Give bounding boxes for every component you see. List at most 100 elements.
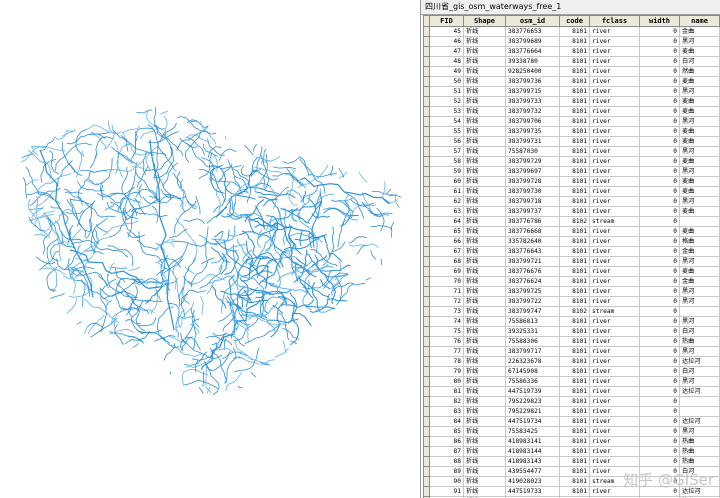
column-header-fclass[interactable]: fclass <box>589 15 640 27</box>
table-row[interactable]: 71 折线 383799725 8101 river 0 黑河 <box>423 286 720 297</box>
cell-code: 8101 <box>559 236 590 247</box>
table-row[interactable]: 72 折线 383799722 8101 river 0 黑河 <box>423 296 720 307</box>
cell-fclass: river <box>589 96 640 107</box>
river-segment <box>64 191 83 194</box>
table-row[interactable]: 69 折线 383776676 8101 river 0 麦曲 <box>423 266 720 277</box>
table-row[interactable]: 79 折线 67145908 8101 river 0 白河 <box>423 366 720 377</box>
table-row[interactable]: 47 折线 383776664 8101 river 0 麦曲 <box>423 46 720 57</box>
river-segment <box>256 146 263 168</box>
table-row[interactable]: 80 折线 75586336 8101 river 0 黑河 <box>423 376 720 387</box>
cell-width: 0 <box>639 346 680 357</box>
cell-code: 8101 <box>559 486 590 497</box>
table-row[interactable]: 70 折线 383776624 8101 river 0 金曲 <box>423 276 720 287</box>
table-row[interactable]: 66 折线 335782640 8101 river 0 格曲 <box>423 236 720 247</box>
cell-osm-id: 383776676 <box>505 266 560 277</box>
table-row[interactable]: 87 折线 418983144 8101 river 0 热曲 <box>423 446 720 457</box>
cell-code: 8101 <box>559 26 590 37</box>
river-segment <box>84 326 88 334</box>
table-row[interactable]: 65 折线 383776668 8101 river 0 麦曲 <box>423 226 720 237</box>
table-row[interactable]: 46 折线 383799689 8101 river 0 黑河 <box>423 36 720 47</box>
table-row[interactable]: 61 折线 383799730 8101 river 0 麦曲 <box>423 186 720 197</box>
table-row[interactable]: 77 折线 383799717 8101 river 0 黑河 <box>423 346 720 357</box>
table-row[interactable]: 51 折线 383799715 8101 river 0 黑河 <box>423 86 720 97</box>
column-header-code[interactable]: code <box>559 15 590 27</box>
table-row[interactable]: 85 折线 75583425 8101 river 0 黑河 <box>423 426 720 437</box>
table-row[interactable]: 57 折线 75587030 8101 river 0 黑河 <box>423 146 720 157</box>
table-row[interactable]: 59 折线 383799697 8101 river 0 黑河 <box>423 166 720 177</box>
river-segment <box>91 131 110 135</box>
table-row[interactable]: 49 折线 928250400 8101 river 0 然曲 <box>423 66 720 77</box>
cell-osm-id: 75583425 <box>505 426 560 437</box>
waterways-map[interactable] <box>0 0 418 498</box>
table-row[interactable]: 88 折线 418983143 8101 river 0 热曲 <box>423 456 720 467</box>
cell-width: 0 <box>639 316 680 327</box>
cell-osm-id: 383799715 <box>505 86 560 97</box>
cell-name <box>679 216 720 227</box>
river-segment <box>162 162 178 187</box>
cell-fid: 91 <box>429 486 464 497</box>
river-segment <box>356 245 366 255</box>
table-row[interactable]: 78 折线 226323678 8101 river 0 达拉河 <box>423 356 720 367</box>
column-header-osm-id[interactable]: osm_id <box>505 15 560 27</box>
river-segment <box>114 140 123 178</box>
table-row[interactable]: 56 折线 383799731 8101 river 0 麦曲 <box>423 136 720 147</box>
cell-name: 金曲 <box>679 276 720 287</box>
river-segment <box>228 194 256 201</box>
table-row[interactable]: 55 折线 383799735 8101 river 0 麦曲 <box>423 126 720 137</box>
cell-shape: 折线 <box>463 46 506 57</box>
river-segment <box>169 228 188 239</box>
river-segment <box>225 372 243 392</box>
table-row[interactable]: 48 折线 39338780 8101 river 0 白河 <box>423 56 720 67</box>
table-row[interactable]: 81 折线 447519739 8101 river 0 达拉河 <box>423 386 720 397</box>
cell-shape: 折线 <box>463 176 506 187</box>
cell-fid: 60 <box>429 176 464 187</box>
cell-fid: 64 <box>429 216 464 227</box>
table-row[interactable]: 54 折线 383799706 8101 river 0 黑河 <box>423 116 720 127</box>
table-row[interactable]: 63 折线 383799737 8101 river 0 麦曲 <box>423 206 720 217</box>
table-row[interactable]: 50 折线 383799736 8101 river 0 麦曲 <box>423 76 720 87</box>
table-row[interactable]: 76 折线 75588306 8101 river 0 热曲 <box>423 336 720 347</box>
table-row[interactable]: 73 折线 383799747 8102 stream 0 <box>423 306 720 317</box>
table-row[interactable]: 86 折线 418983141 8101 river 0 热曲 <box>423 436 720 447</box>
table-row[interactable]: 64 折线 383776786 8102 stream 0 <box>423 216 720 227</box>
table-row[interactable]: 67 折线 383776643 8101 river 0 金曲 <box>423 246 720 257</box>
river-segment <box>42 267 58 292</box>
cell-shape: 折线 <box>463 296 506 307</box>
table-row[interactable]: 45 折线 383776653 8101 river 0 金曲 <box>423 26 720 37</box>
cell-osm-id: 795229823 <box>505 396 560 407</box>
river-segment <box>292 265 334 272</box>
cell-name: 黑河 <box>679 296 720 307</box>
river-segment <box>311 282 321 311</box>
table-row[interactable]: 84 折线 447519734 8101 river 0 达拉河 <box>423 416 720 427</box>
cell-fid: 86 <box>429 436 464 447</box>
table-row[interactable]: 75 折线 39325331 8101 river 0 白河 <box>423 326 720 337</box>
cell-fclass: river <box>589 196 640 207</box>
cell-shape: 折线 <box>463 376 506 387</box>
cell-fclass: river <box>589 276 640 287</box>
table-row[interactable]: 52 折线 383799733 8101 river 0 麦曲 <box>423 96 720 107</box>
cell-osm-id: 383799732 <box>505 106 560 117</box>
column-header-width[interactable]: width <box>639 15 680 27</box>
table-row[interactable]: 68 折线 383799721 8101 river 0 黑河 <box>423 256 720 267</box>
table-row[interactable]: 83 折线 795229821 8101 river 0 <box>423 406 720 417</box>
river-segment <box>34 233 48 238</box>
river-segment <box>278 312 289 341</box>
table-row[interactable]: 60 折线 383799728 8101 river 0 麦曲 <box>423 176 720 187</box>
river-segment <box>176 116 217 135</box>
table-row[interactable]: 53 折线 383799732 8101 river 0 麦曲 <box>423 106 720 117</box>
table-row[interactable]: 82 折线 795229823 8101 river 0 <box>423 396 720 407</box>
column-header-name[interactable]: name <box>679 15 720 27</box>
cell-shape: 折线 <box>463 366 506 377</box>
cell-shape: 折线 <box>463 236 506 247</box>
table-row[interactable]: 74 折线 75586813 8101 river 0 黑河 <box>423 316 720 327</box>
river-segment <box>132 343 139 348</box>
table-row[interactable]: 62 折线 383799718 8101 river 0 黑河 <box>423 196 720 207</box>
cell-fid: 54 <box>429 116 464 127</box>
table-row[interactable]: 58 折线 383799729 8101 river 0 麦曲 <box>423 156 720 167</box>
cell-width: 0 <box>639 186 680 197</box>
cell-fid: 77 <box>429 346 464 357</box>
column-header-fid[interactable]: FID <box>429 15 464 27</box>
cell-fclass: river <box>589 326 640 337</box>
column-header-shape[interactable]: Shape <box>463 15 506 27</box>
cell-shape: 折线 <box>463 226 506 237</box>
